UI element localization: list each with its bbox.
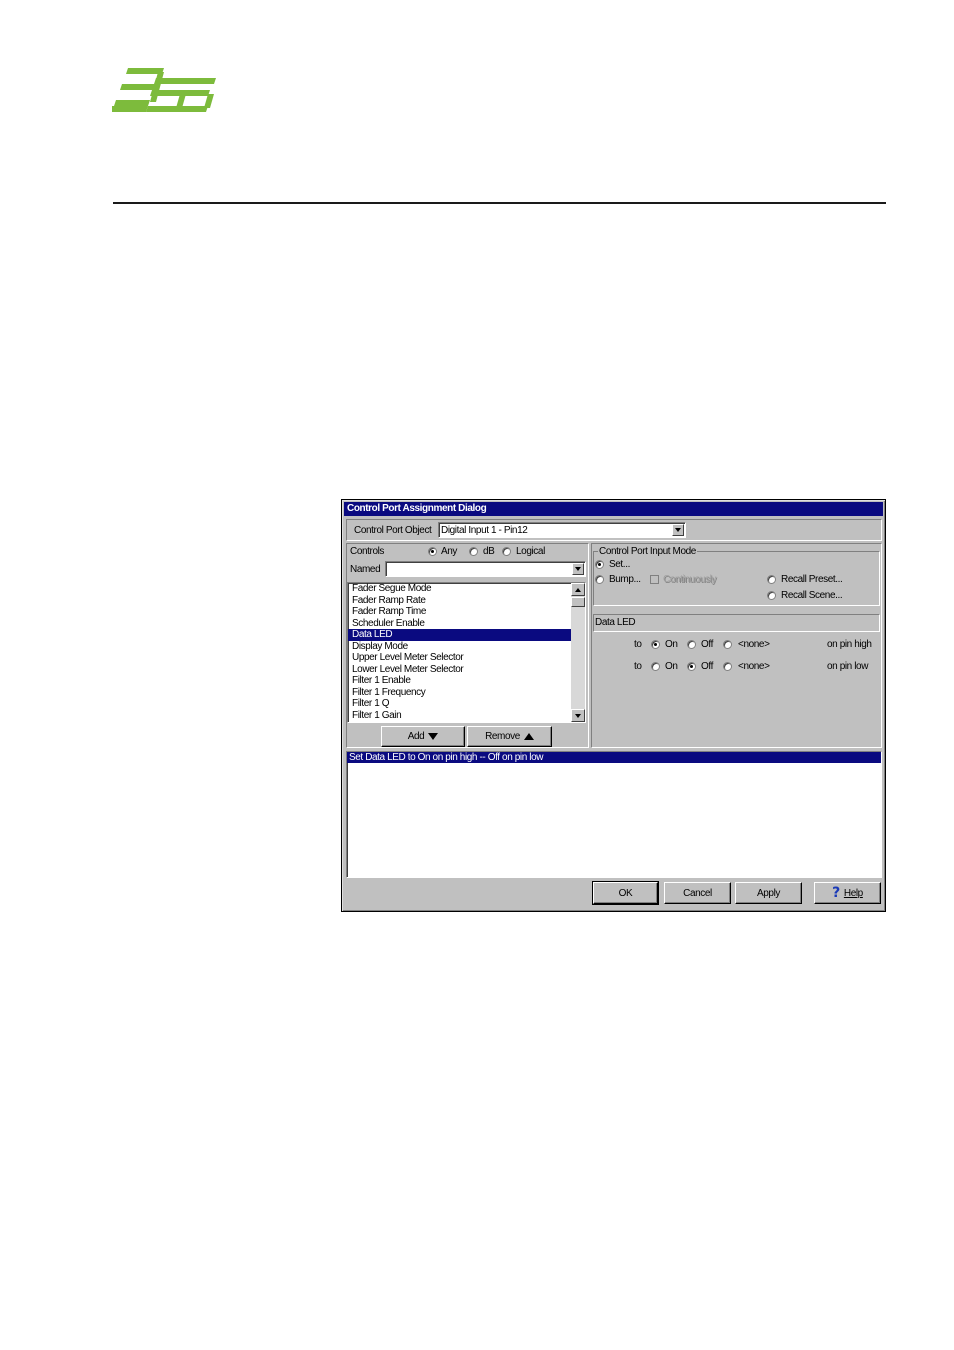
scroll-up-button[interactable] [571, 583, 585, 596]
pin-high-none-radio[interactable] [723, 640, 732, 649]
control-port-assignment-dialog: Control Port Assignment Dialog Control P… [341, 499, 886, 912]
control-port-object-label: Control Port Object [354, 525, 432, 536]
pin-low-none-radio[interactable] [723, 662, 732, 671]
remove-label: Remove [485, 731, 520, 742]
pin-low-none-label: <none> [738, 661, 770, 672]
list-item[interactable]: Filter 1 Enable [348, 675, 585, 687]
list-item[interactable]: Fader Ramp Rate [348, 595, 585, 607]
assignment-row[interactable]: Set Data LED to On on pin high -- Off on… [347, 752, 881, 763]
pin-low-off-label: Off [701, 661, 713, 672]
controls-listbox[interactable]: Fader Segue Mode Fader Ramp Rate Fader Ram… [347, 582, 586, 723]
controls-list: Fader Segue Mode Fader Ramp Rate Fader Ram… [348, 583, 585, 721]
chevron-down-icon[interactable] [672, 524, 684, 536]
pin-low-on-label: On [665, 661, 678, 672]
continuously-label: Continuously [663, 574, 717, 585]
filter-logical-label: Logical [516, 546, 545, 557]
list-item[interactable]: Data LED [348, 629, 585, 641]
mode-recall-preset-label: Recall Preset... [781, 574, 843, 585]
pin-low-suffix: on pin low [827, 661, 869, 672]
list-item[interactable]: Scheduler Enable [348, 618, 585, 630]
pin-high-none-label: <none> [738, 639, 770, 650]
help-button[interactable]: ? Help [814, 882, 881, 904]
control-port-object-select[interactable]: Digital Input 1 - Pin12 [438, 522, 686, 538]
filter-db-radio[interactable] [469, 547, 478, 556]
cancel-label: Cancel [683, 887, 712, 899]
pin-high-off-radio[interactable] [687, 640, 696, 649]
filter-any-label: Any [441, 546, 458, 557]
controls-label: Controls [350, 546, 385, 557]
named-label: Named [350, 564, 381, 575]
mode-bump-radio[interactable] [595, 575, 604, 584]
arrow-up-icon [523, 733, 534, 740]
question-mark-icon: ? [832, 885, 840, 901]
assignments-listbox[interactable]: Set Data LED to On on pin high -- Off on… [346, 751, 882, 878]
help-label: Help [843, 887, 863, 899]
apply-button[interactable]: Apply [735, 882, 802, 904]
cancel-button[interactable]: Cancel [664, 882, 731, 904]
chevron-down-icon[interactable] [572, 563, 584, 575]
apply-label: Apply [756, 887, 780, 899]
pin-high-suffix: on pin high [827, 639, 872, 650]
pin-high-on-label: On [665, 639, 678, 650]
mode-set-radio[interactable] [595, 560, 604, 569]
mode-recall-preset-radio[interactable] [767, 575, 776, 584]
mode-set-label: Set... [609, 559, 630, 570]
mode-recall-scene-radio[interactable] [767, 591, 776, 600]
list-item[interactable]: Filter 1 Q [348, 698, 585, 710]
remove-button[interactable]: Remove [467, 726, 552, 747]
arrow-up-icon [575, 587, 581, 592]
filter-any-radio[interactable] [428, 547, 437, 556]
list-item[interactable]: Fader Ramp Time [348, 606, 585, 618]
filter-logical-radio[interactable] [502, 547, 511, 556]
list-item[interactable]: Lower Level Meter Selector [348, 664, 585, 676]
pin-low-off-radio[interactable] [687, 662, 696, 671]
pin-low-on-radio[interactable] [651, 662, 660, 671]
header-rule [113, 202, 886, 204]
mode-recall-scene-label: Recall Scene... [781, 590, 843, 601]
input-mode-title: Control Port Input Mode [598, 546, 697, 557]
list-item[interactable]: Display Mode [348, 641, 585, 653]
mode-bump-label: Bump... [609, 574, 641, 585]
list-item[interactable]: Fader Segue Mode [348, 583, 585, 595]
pin-low-to-label: to [634, 661, 642, 672]
control-port-object-value: Digital Input 1 - Pin12 [441, 525, 528, 536]
dialog-title: Control Port Assignment Dialog [344, 502, 883, 516]
named-combo[interactable] [385, 561, 586, 577]
arrow-down-icon [428, 733, 439, 740]
scroll-thumb[interactable] [571, 597, 585, 607]
add-button[interactable]: Add [381, 726, 465, 747]
add-label: Add [407, 731, 425, 742]
list-item[interactable]: Filter 1 Frequency [348, 687, 585, 699]
pin-high-off-label: Off [701, 639, 713, 650]
list-scrollbar[interactable] [571, 583, 585, 722]
ok-button[interactable]: OK [592, 881, 659, 905]
assignment-name-box [593, 614, 880, 632]
continuously-checkbox[interactable] [650, 575, 659, 584]
pin-high-on-radio[interactable] [651, 640, 660, 649]
arrow-down-icon [575, 713, 581, 718]
scroll-down-button[interactable] [571, 709, 585, 722]
assignment-name: Data LED [595, 617, 636, 628]
ok-label: OK [618, 887, 633, 899]
list-item[interactable]: Upper Level Meter Selector [348, 652, 585, 664]
filter-db-label: dB [483, 546, 495, 557]
list-item[interactable]: Filter 1 Gain [348, 710, 585, 722]
bss-logo [112, 68, 216, 112]
pin-high-to-label: to [634, 639, 642, 650]
